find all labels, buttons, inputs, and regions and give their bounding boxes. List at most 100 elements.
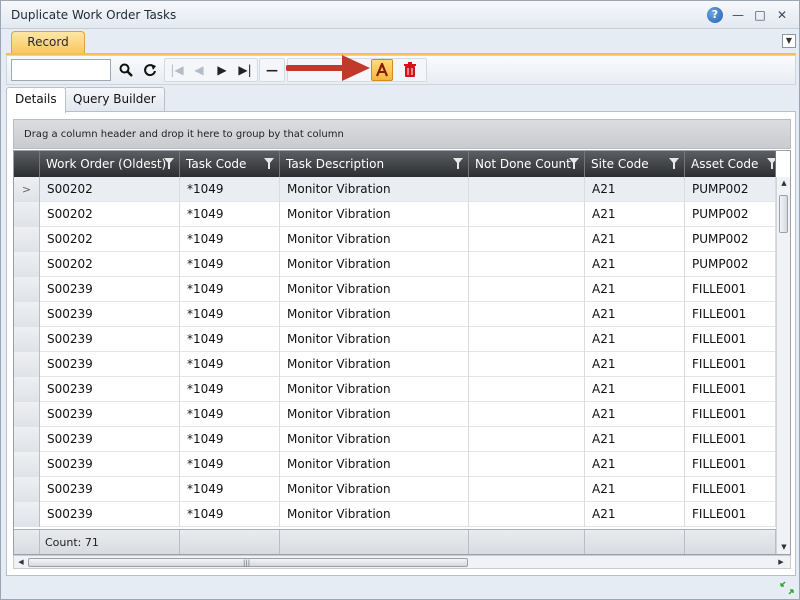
cell-site-code[interactable]: A21 [585,477,685,502]
table-row[interactable]: S00202 *1049 Monitor Vibration A21 PUMP002 [14,202,776,227]
cell-not-done-count[interactable] [469,477,585,502]
cell-task-description[interactable]: Monitor Vibration [280,327,469,352]
highlight-button[interactable] [371,59,393,81]
cell-task-description[interactable]: Monitor Vibration [280,377,469,402]
minimize-button[interactable]: — [731,8,745,22]
cell-not-done-count[interactable] [469,352,585,377]
cell-task-description[interactable]: Monitor Vibration [280,452,469,477]
cell-not-done-count[interactable] [469,177,585,202]
cell-asset-code[interactable]: FILLE001 [685,377,776,402]
row-selector[interactable] [14,452,40,477]
cell-asset-code[interactable]: FILLE001 [685,502,776,527]
cell-work-order[interactable]: S00239 [40,477,180,502]
cell-work-order[interactable]: S00202 [40,227,180,252]
vertical-scrollbar[interactable]: ▲ ▼ [776,177,790,554]
cell-asset-code[interactable]: FILLE001 [685,277,776,302]
previous-record-icon[interactable]: ◀ [188,59,210,81]
cell-task-code[interactable]: *1049 [180,402,280,427]
row-selector[interactable] [14,352,40,377]
cell-work-order[interactable]: S00239 [40,352,180,377]
cell-task-code[interactable]: *1049 [180,277,280,302]
cell-task-code[interactable]: *1049 [180,352,280,377]
search-input[interactable] [11,59,111,81]
cell-task-code[interactable]: *1049 [180,302,280,327]
cell-asset-code[interactable]: PUMP002 [685,227,776,252]
table-row[interactable]: S00239 *1049 Monitor Vibration A21 FILLE001 [14,302,776,327]
cell-asset-code[interactable]: PUMP002 [685,202,776,227]
scroll-down-icon[interactable]: ▼ [779,543,789,553]
remove-icon[interactable]: — [261,59,283,81]
cell-asset-code[interactable]: FILLE001 [685,352,776,377]
resize-grip-icon[interactable] [779,580,795,596]
refresh-icon[interactable] [139,59,161,81]
cell-work-order[interactable]: S00239 [40,427,180,452]
cell-work-order[interactable]: S00239 [40,277,180,302]
cell-not-done-count[interactable] [469,252,585,277]
row-selector[interactable]: > [14,177,40,202]
column-header-not-done-count[interactable]: Not Done Count [469,151,585,177]
row-selector[interactable] [14,227,40,252]
cell-work-order[interactable]: S00239 [40,377,180,402]
row-selector[interactable] [14,377,40,402]
row-selector[interactable] [14,402,40,427]
cell-asset-code[interactable]: FILLE001 [685,327,776,352]
table-row[interactable]: S00239 *1049 Monitor Vibration A21 FILLE001 [14,502,776,527]
close-button[interactable]: ✕ [775,8,789,22]
cell-work-order[interactable]: S00239 [40,502,180,527]
filter-icon[interactable] [767,158,775,169]
tab-details[interactable]: Details [6,87,66,113]
table-row[interactable]: S00202 *1049 Monitor Vibration A21 PUMP002 [14,252,776,277]
last-record-icon[interactable]: ▶| [234,59,256,81]
cell-not-done-count[interactable] [469,302,585,327]
row-selector[interactable] [14,302,40,327]
cell-work-order[interactable]: S00239 [40,302,180,327]
cell-task-description[interactable]: Monitor Vibration [280,427,469,452]
cell-site-code[interactable]: A21 [585,252,685,277]
cell-work-order[interactable]: S00202 [40,202,180,227]
cell-work-order[interactable]: S00202 [40,252,180,277]
cell-asset-code[interactable]: FILLE001 [685,302,776,327]
cell-asset-code[interactable]: FILLE001 [685,452,776,477]
column-header-task-description[interactable]: Task Description [280,151,469,177]
cell-work-order[interactable]: S00202 [40,177,180,202]
cell-not-done-count[interactable] [469,277,585,302]
cell-task-code[interactable]: *1049 [180,502,280,527]
cell-task-description[interactable]: Monitor Vibration [280,502,469,527]
row-selector[interactable] [14,327,40,352]
table-row[interactable]: S00239 *1049 Monitor Vibration A21 FILLE001 [14,402,776,427]
cell-asset-code[interactable]: FILLE001 [685,402,776,427]
cell-site-code[interactable]: A21 [585,227,685,252]
cell-asset-code[interactable]: FILLE001 [685,477,776,502]
horizontal-scroll-thumb[interactable]: ||| [28,558,468,567]
cell-not-done-count[interactable] [469,327,585,352]
cell-not-done-count[interactable] [469,402,585,427]
cell-task-code[interactable]: *1049 [180,252,280,277]
cell-asset-code[interactable]: FILLE001 [685,427,776,452]
column-header-asset-code[interactable]: Asset Code [685,151,776,177]
cell-task-code[interactable]: *1049 [180,427,280,452]
cell-site-code[interactable]: A21 [585,377,685,402]
cell-site-code[interactable]: A21 [585,352,685,377]
table-row[interactable]: S00239 *1049 Monitor Vibration A21 FILLE001 [14,277,776,302]
cell-not-done-count[interactable] [469,502,585,527]
table-row[interactable]: > S00202 *1049 Monitor Vibration A21 PUMP002 [14,177,776,202]
cell-task-description[interactable]: Monitor Vibration [280,277,469,302]
table-row[interactable]: S00239 *1049 Monitor Vibration A21 FILLE001 [14,452,776,477]
cell-not-done-count[interactable] [469,452,585,477]
cell-site-code[interactable]: A21 [585,452,685,477]
cell-task-code[interactable]: *1049 [180,202,280,227]
title-bar[interactable]: Duplicate Work Order Tasks ? — □ ✕ [1,1,799,29]
column-header-site-code[interactable]: Site Code [585,151,685,177]
scroll-up-icon[interactable]: ▲ [779,179,789,189]
filter-icon[interactable] [453,158,463,169]
cell-site-code[interactable]: A21 [585,202,685,227]
row-selector[interactable] [14,502,40,527]
delete-icon[interactable] [399,59,421,81]
filter-icon[interactable] [264,158,274,169]
cell-task-description[interactable]: Monitor Vibration [280,302,469,327]
help-icon[interactable]: ? [707,7,723,23]
first-record-icon[interactable]: |◀ [166,59,188,81]
cell-not-done-count[interactable] [469,202,585,227]
table-row[interactable]: S00239 *1049 Monitor Vibration A21 FILLE001 [14,327,776,352]
cell-task-description[interactable]: Monitor Vibration [280,352,469,377]
